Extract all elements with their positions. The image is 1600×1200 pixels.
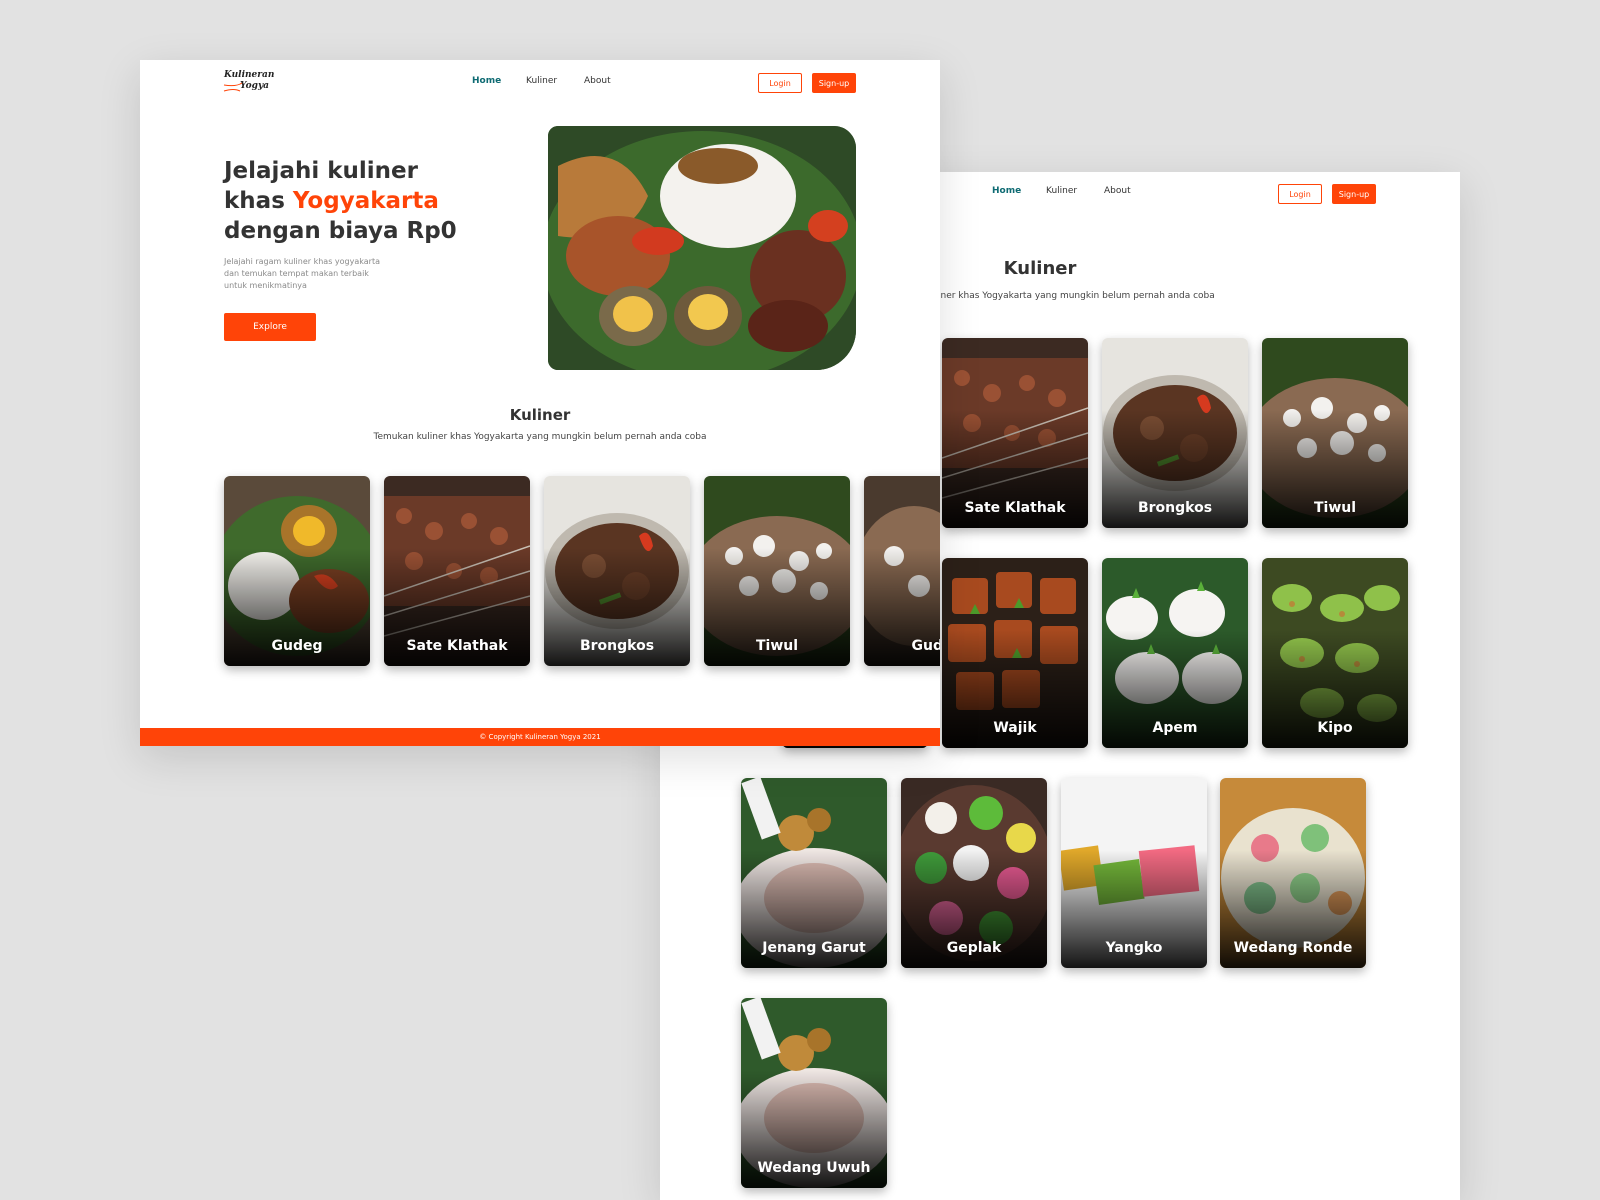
card-jenang-garut[interactable]: Jenang Garut	[741, 778, 887, 968]
card-kipo[interactable]: Kipo	[1262, 558, 1408, 748]
hero-title-accent: Yogyakarta	[292, 188, 439, 214]
card-geplak[interactable]: Geplak	[901, 778, 1047, 968]
card-wajik[interactable]: Wajik	[942, 558, 1088, 748]
card-label: Tiwul	[1313, 500, 1357, 516]
hero-description: Jelajahi ragam kuliner khas yogyakarta d…	[224, 257, 380, 290]
card-label: Sate Klathak	[406, 638, 508, 654]
card-brongkos[interactable]: Brongkos	[1102, 338, 1248, 528]
card-label: Apem	[1152, 720, 1198, 736]
signup-button[interactable]: Sign-up	[812, 73, 856, 93]
card-label: Brongkos	[579, 638, 655, 654]
card-label: Wedang Ronde	[1233, 940, 1353, 956]
card-label: Sate Klathak	[964, 500, 1066, 516]
kuliner-page-title: Kuliner	[1003, 258, 1077, 279]
home-page: Kulineran Yogya Home Kuliner About Login…	[140, 60, 940, 746]
gudeg-plate-photo	[548, 126, 856, 370]
nav-kuliner-link[interactable]: Kuliner	[1046, 186, 1077, 196]
nav-about-link[interactable]: About	[1104, 186, 1131, 196]
card-label: Brongkos	[1137, 500, 1213, 516]
card-label: Kipo	[1317, 720, 1353, 736]
footer: © Copyright Kulineran Yogya 2021	[140, 728, 940, 746]
nav-about-link[interactable]: About	[584, 76, 611, 86]
card-label: Geplak	[946, 940, 1002, 956]
card-wedang-uwuh[interactable]: Wedang Uwuh	[741, 998, 887, 1188]
kuliner-section-subtitle: Temukan kuliner khas Yogyakarta yang mun…	[373, 432, 707, 442]
hero-image	[548, 126, 856, 370]
card-gudeg-partial[interactable]: Gudeg	[864, 476, 940, 666]
card-label: Yangko	[1105, 940, 1163, 956]
login-button[interactable]: Login	[758, 73, 802, 93]
card-apem[interactable]: Apem	[1102, 558, 1248, 748]
signup-button[interactable]: Sign-up	[1332, 184, 1376, 204]
card-label: Gudeg	[271, 638, 323, 654]
kuliner-page-subtitle: iner khas Yogyakarta yang mungkin belum …	[938, 291, 1215, 301]
site-logo[interactable]: Kulineran Yogya	[223, 70, 276, 96]
card-label: Wedang Uwuh	[757, 1160, 871, 1176]
card-label: Gudeg	[911, 638, 941, 654]
card-sate-klathak[interactable]: Sate Klathak	[384, 476, 530, 666]
card-sate-klathak[interactable]: Sate Klathak	[942, 338, 1088, 528]
explore-button[interactable]: Explore	[224, 313, 316, 341]
card-label: Tiwul	[755, 638, 799, 654]
logo-text-line1: Kulineran	[224, 70, 275, 80]
card-gudeg[interactable]: Gudeg	[224, 476, 370, 666]
card-label: Wajik	[993, 720, 1037, 736]
nav-home-link[interactable]: Home	[472, 76, 501, 86]
card-tiwul[interactable]: Tiwul	[1262, 338, 1408, 528]
kuliner-section-title: Kuliner	[509, 406, 571, 424]
nav-home-link[interactable]: Home	[992, 186, 1021, 196]
hero-title: Jelajahi kuliner khas Yogyakarta dengan …	[224, 156, 484, 246]
card-label: Jenang Garut	[762, 940, 866, 956]
nav-kuliner-link[interactable]: Kuliner	[526, 76, 557, 86]
hero-title-part2: dengan biaya Rp0	[224, 218, 457, 244]
logo-swoosh-icon	[223, 82, 243, 92]
card-tiwul[interactable]: Tiwul	[704, 476, 850, 666]
card-wedang-ronde[interactable]: Wedang Ronde	[1220, 778, 1366, 968]
card-yangko[interactable]: Yangko	[1061, 778, 1207, 968]
login-button[interactable]: Login	[1278, 184, 1322, 204]
card-brongkos[interactable]: Brongkos	[544, 476, 690, 666]
